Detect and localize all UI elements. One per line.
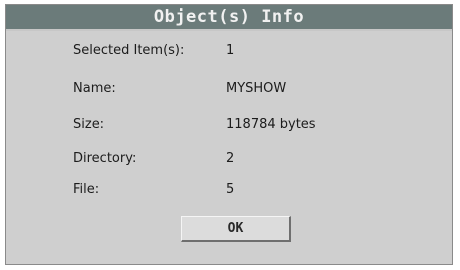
dialog-title-bar: Object(s) Info (6, 5, 452, 31)
info-row-file: File: 5 (6, 179, 452, 201)
directory-value: 2 (226, 151, 235, 166)
info-row-name: Name: MYSHOW (6, 78, 452, 100)
size-label: Size: (73, 117, 105, 132)
name-value: MYSHOW (226, 81, 287, 96)
file-value: 5 (226, 182, 235, 197)
ok-button[interactable]: OK (181, 216, 291, 242)
info-row-size: Size: 118784 bytes (6, 114, 452, 136)
file-label: File: (73, 182, 100, 197)
size-value: 118784 bytes (226, 117, 316, 132)
info-row-selected-items: Selected Item(s): 1 (6, 40, 452, 62)
dialog-title: Object(s) Info (153, 7, 305, 27)
selected-items-value: 1 (226, 43, 235, 58)
info-row-directory: Directory: 2 (6, 148, 452, 170)
selected-items-label: Selected Item(s): (73, 43, 185, 58)
object-info-dialog: Object(s) Info Selected Item(s): 1 Name:… (5, 4, 453, 265)
name-label: Name: (73, 81, 116, 96)
directory-label: Directory: (73, 151, 137, 166)
